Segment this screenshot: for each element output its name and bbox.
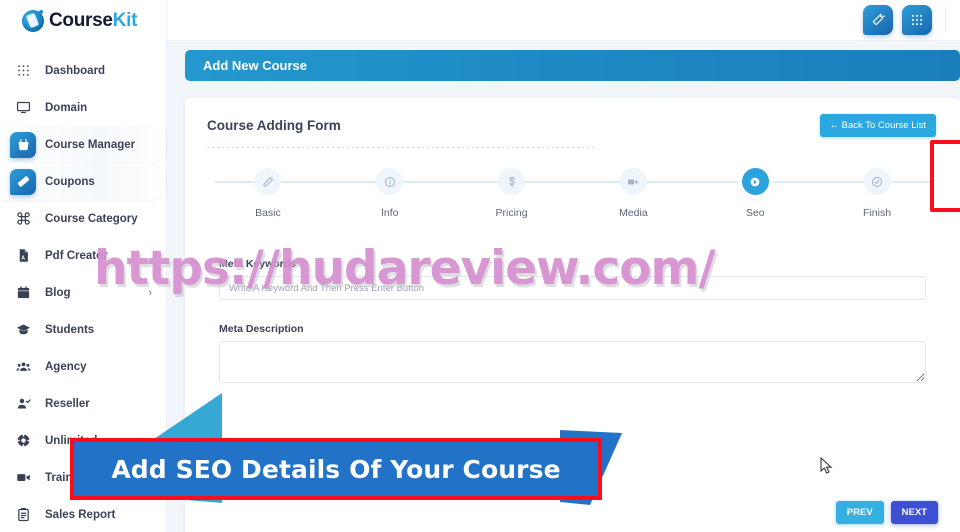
sidebar-item-label: Reseller xyxy=(45,397,90,410)
sidebar-item-reseller[interactable]: Reseller xyxy=(0,385,166,422)
card-title: Course Adding Form xyxy=(207,118,341,133)
prev-button[interactable]: PREV xyxy=(835,501,884,524)
step-label: Info xyxy=(380,207,399,219)
topbar-divider xyxy=(945,7,946,33)
brand-logo[interactable]: CourseKit xyxy=(0,0,166,41)
meta-description-textarea[interactable] xyxy=(219,341,926,383)
video-camera-icon xyxy=(10,465,36,491)
chevron-right-icon: › xyxy=(148,286,152,299)
pencil-icon xyxy=(254,168,282,195)
basket-icon xyxy=(10,131,36,158)
sidebar-item-label: Sales Report xyxy=(45,508,116,521)
sidebar-item-agency[interactable]: Agency xyxy=(0,348,166,385)
sidebar-item-blog[interactable]: Blog › xyxy=(0,274,166,311)
form-spacer xyxy=(219,300,926,323)
form-navigation: PREV NEXT xyxy=(835,501,938,524)
sidebar-item-label: Pdf Creator xyxy=(45,249,108,262)
app-root: CourseKit Dashboard Domain Course Manager C… xyxy=(0,0,960,532)
stepper-steps: Basic Info Pricing Media Seo Finish xyxy=(207,168,938,219)
sidebar-item-dashboard[interactable]: Dashboard xyxy=(0,52,166,89)
brand-name-part1: Course xyxy=(49,9,113,31)
wizard-stepper: Basic Info Pricing Media Seo Finish xyxy=(207,140,960,228)
apps-grid-icon xyxy=(911,14,923,26)
calendar-icon xyxy=(10,280,36,306)
command-icon xyxy=(10,206,36,232)
sidebar-item-label: Training xyxy=(45,471,90,484)
card-divider xyxy=(207,147,597,148)
sidebar-item-domain[interactable]: Domain xyxy=(0,89,166,126)
svg-text:A: A xyxy=(21,255,25,261)
monitor-icon xyxy=(10,95,36,121)
step-seo[interactable]: Seo xyxy=(694,168,816,219)
sidebar-item-unlimited[interactable]: Unlimited xyxy=(0,422,166,459)
card-header: Course Adding Form ← Back To Course List xyxy=(207,114,938,137)
sidebar: CourseKit Dashboard Domain Course Manager C… xyxy=(0,0,167,532)
meta-keywords-label: Meta Keywords xyxy=(219,258,297,270)
step-finish[interactable]: Finish xyxy=(816,168,938,219)
step-label: Seo xyxy=(745,207,765,219)
step-label: Pricing xyxy=(495,207,528,219)
sidebar-item-coupons[interactable]: Coupons xyxy=(0,163,166,200)
sidebar-item-course-category[interactable]: Course Category xyxy=(0,200,166,237)
step-basic[interactable]: Basic xyxy=(207,168,329,219)
back-to-course-list-button[interactable]: ← Back To Course List xyxy=(819,114,936,137)
sidebar-item-training[interactable]: Training xyxy=(0,459,166,496)
ticket-icon xyxy=(10,168,36,195)
apps-grid-button[interactable] xyxy=(902,5,932,35)
brand-name-part2: Kit xyxy=(112,9,138,31)
sidebar-item-label: Dashboard xyxy=(45,64,106,77)
step-label: Finish xyxy=(863,207,892,219)
sidebar-item-label: Domain xyxy=(45,101,88,114)
sidebar-nav: Dashboard Domain Course Manager Coupons Cour… xyxy=(0,41,166,532)
check-circle-icon xyxy=(863,168,891,195)
grid-dots-icon xyxy=(10,58,36,84)
sidebar-item-label: Agency xyxy=(45,360,87,373)
file-pdf-icon: A xyxy=(10,243,36,269)
step-info[interactable]: Info xyxy=(329,168,451,219)
graduation-cap-icon xyxy=(10,317,36,343)
step-label: Basic xyxy=(255,207,281,219)
brand-name: CourseKit xyxy=(49,10,137,32)
life-ring-icon xyxy=(10,428,36,454)
sidebar-item-pdf-creator[interactable]: A Pdf Creator xyxy=(0,237,166,274)
video-icon xyxy=(619,168,647,195)
step-label: Media xyxy=(619,207,648,219)
step-media[interactable]: Media xyxy=(572,168,694,219)
user-check-icon xyxy=(10,391,36,417)
users-icon xyxy=(10,354,36,380)
page-title: Add New Course xyxy=(203,58,308,73)
sidebar-item-label: Unlimited xyxy=(45,434,98,447)
seo-form: Meta Keywords Meta Description xyxy=(207,258,938,388)
sidebar-item-label: Course Manager xyxy=(45,138,136,151)
topbar xyxy=(167,0,960,41)
sidebar-item-students[interactable]: Students xyxy=(0,311,166,348)
info-circle-icon xyxy=(376,168,404,195)
course-form-card: Course Adding Form ← Back To Course List… xyxy=(185,98,960,532)
main-content: Add New Course Course Adding Form ← Back… xyxy=(167,41,960,532)
sidebar-item-sales-report[interactable]: Sales Report xyxy=(0,496,166,532)
rocket-icon xyxy=(741,168,769,195)
page-banner: Add New Course xyxy=(185,50,960,81)
sidebar-item-label: Coupons xyxy=(45,175,95,188)
sidebar-item-label: Blog xyxy=(45,286,71,299)
sidebar-item-label: Students xyxy=(45,323,95,336)
dollar-icon xyxy=(498,168,526,195)
clipboard-icon xyxy=(10,502,36,528)
sidebar-item-course-manager[interactable]: Course Manager xyxy=(0,126,166,163)
magic-wand-button[interactable] xyxy=(863,5,893,35)
step-pricing[interactable]: Pricing xyxy=(451,168,573,219)
coursekit-logo-icon xyxy=(22,9,44,32)
next-button[interactable]: NEXT xyxy=(890,501,938,524)
sidebar-item-label: Course Category xyxy=(45,212,138,225)
magic-wand-icon xyxy=(872,13,885,26)
meta-description-label: Meta Description xyxy=(219,323,304,335)
meta-keywords-input[interactable] xyxy=(219,276,926,300)
